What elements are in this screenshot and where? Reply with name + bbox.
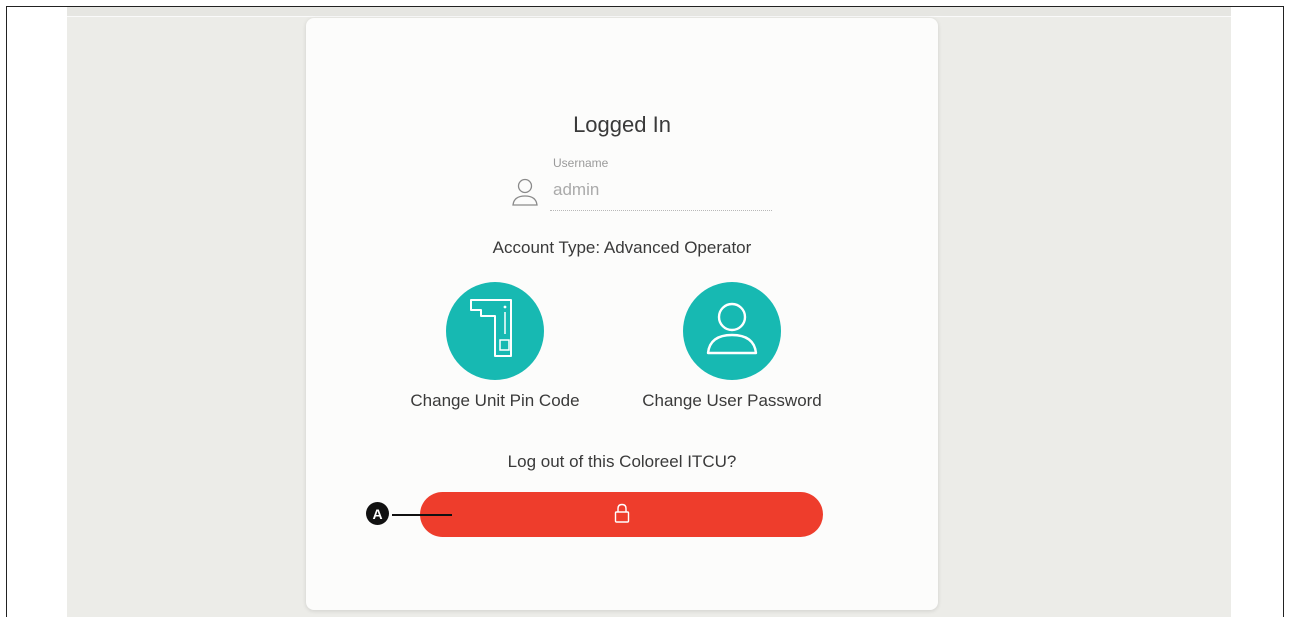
user-icon [700, 297, 764, 366]
app-top-band [67, 7, 1231, 17]
change-user-password-label[interactable]: Change User Password [622, 391, 842, 411]
logout-question: Log out of this Coloreel ITCU? [507, 452, 737, 471]
login-status-card: Logged In Username admin Account Type: A… [306, 18, 938, 610]
change-unit-pin-code-button[interactable] [446, 282, 544, 380]
screenshot-frame-left [6, 6, 7, 617]
username-value: admin [553, 180, 600, 199]
lock-icon [614, 503, 630, 526]
logout-button[interactable] [420, 492, 823, 537]
change-unit-pin-code-action[interactable]: Change Unit Pin Code [392, 282, 598, 411]
change-user-password-action[interactable]: Change User Password [622, 282, 842, 411]
screenshot-frame-right [1283, 6, 1284, 617]
callout-leader-line [392, 514, 452, 516]
user-outline-icon [510, 176, 540, 208]
username-underline [550, 210, 772, 211]
account-type-text: Account Type: Advanced Operator [492, 238, 752, 257]
change-unit-pin-code-label[interactable]: Change Unit Pin Code [392, 391, 598, 411]
page-title: Logged In [573, 112, 671, 137]
username-label: Username [553, 156, 609, 170]
change-user-password-button[interactable] [683, 282, 781, 380]
unit-device-icon [465, 294, 525, 369]
username-field: Username admin [510, 154, 772, 212]
callout-badge: A [366, 502, 389, 525]
